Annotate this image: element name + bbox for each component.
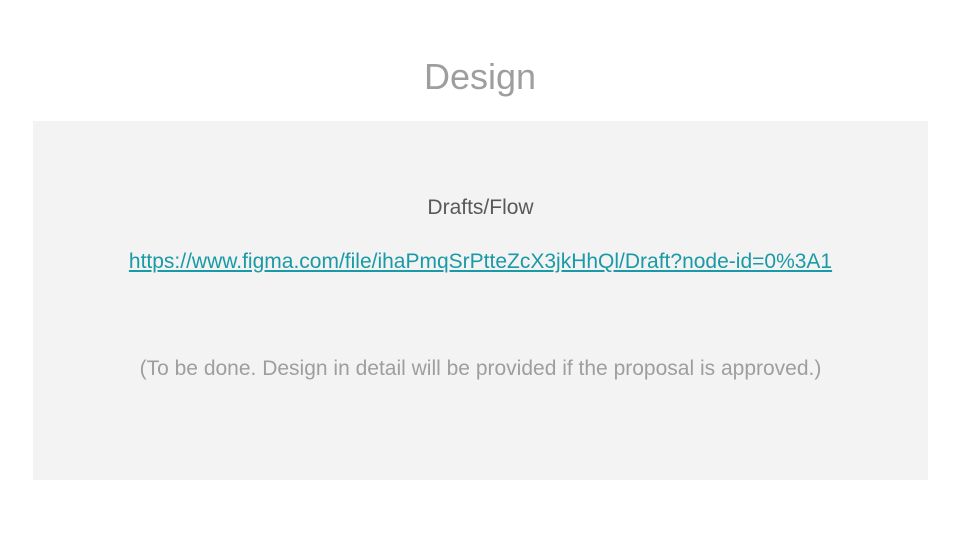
slide-title: Design: [423, 56, 537, 97]
note-text: (To be done. Design in detail will be pr…: [139, 357, 822, 380]
slide: Design Drafts/Flow https://www.figma.com…: [0, 0, 960, 540]
drafts-flow-heading: Drafts/Flow: [427, 196, 534, 219]
figma-link[interactable]: https://www.figma.com/file/ihaPmqSrPtteZ…: [33, 249, 928, 275]
content-panel: Drafts/Flow https://www.figma.com/file/i…: [33, 121, 928, 480]
